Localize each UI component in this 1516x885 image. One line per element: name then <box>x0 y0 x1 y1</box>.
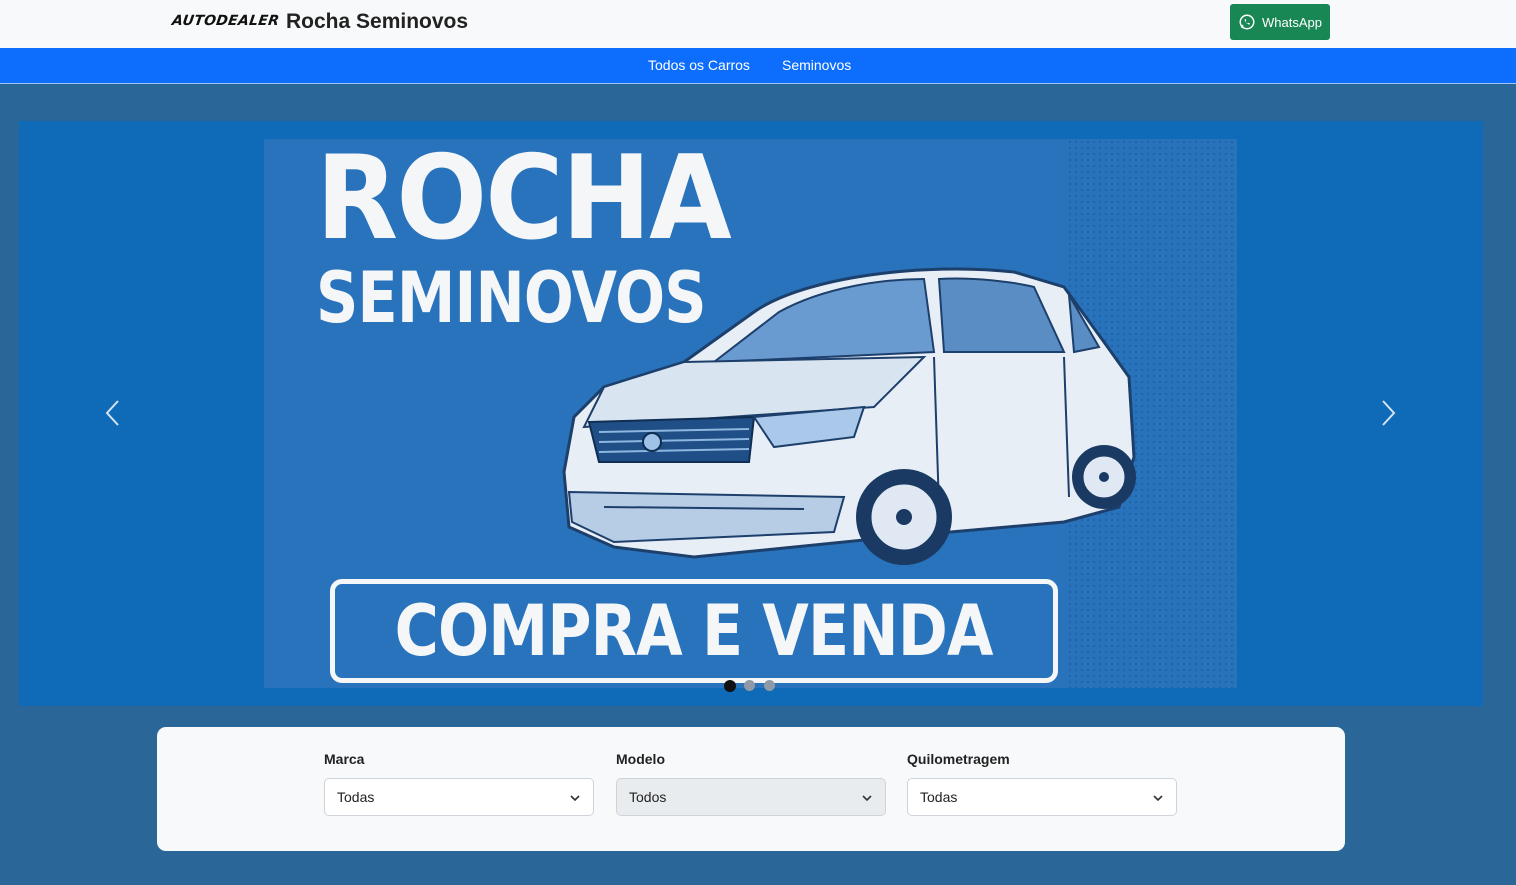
car-illustration <box>562 267 1136 565</box>
carousel-indicator-2[interactable] <box>744 680 755 691</box>
brand-title[interactable]: Rocha Seminovos <box>286 10 468 34</box>
chevron-down-icon <box>1153 795 1163 802</box>
modelo-select[interactable]: Todos <box>616 778 886 816</box>
chevron-right-icon <box>1382 400 1396 426</box>
quilometragem-select[interactable]: Todas <box>907 778 1177 816</box>
quilometragem-label: Quilometragem <box>907 751 1010 767</box>
marca-label: Marca <box>324 751 365 767</box>
banner-title-line1: ROCHA <box>316 139 732 266</box>
carousel-next-button[interactable] <box>1376 398 1400 428</box>
brand-logo[interactable]: AUTODEALER <box>171 13 281 29</box>
main-nav: Todos os Carros Seminovos <box>0 48 1516 84</box>
chevron-down-icon <box>570 795 580 802</box>
carousel-prev-button[interactable] <box>101 398 125 428</box>
whatsapp-label: WhatsApp <box>1262 14 1322 30</box>
chevron-left-icon <box>105 400 119 426</box>
carousel-indicator-1[interactable] <box>724 680 736 692</box>
nav-seminovos[interactable]: Seminovos <box>782 57 851 73</box>
banner-cta-text: COMPRA E VENDA <box>395 590 994 672</box>
nav-todos-os-carros[interactable]: Todos os Carros <box>648 57 750 73</box>
marca-value: Todas <box>337 789 375 805</box>
banner-cta-box: COMPRA E VENDA <box>330 579 1058 683</box>
whatsapp-button[interactable]: WhatsApp <box>1230 4 1330 40</box>
carousel-indicator-3[interactable] <box>764 680 775 691</box>
whatsapp-icon <box>1239 14 1255 30</box>
modelo-label: Modelo <box>616 751 665 767</box>
chevron-down-icon <box>862 795 872 802</box>
quilometragem-value: Todas <box>920 789 958 805</box>
modelo-value: Todos <box>629 789 667 805</box>
filter-panel: Marca Todas Modelo Todos Quilometragem T… <box>157 727 1345 851</box>
top-header: AUTODEALER Rocha Seminovos WhatsApp <box>0 0 1516 48</box>
carousel-slide-banner: ROCHA SEMINOVOS COMPRA E VENDA <box>264 139 1237 688</box>
marca-select[interactable]: Todas <box>324 778 594 816</box>
